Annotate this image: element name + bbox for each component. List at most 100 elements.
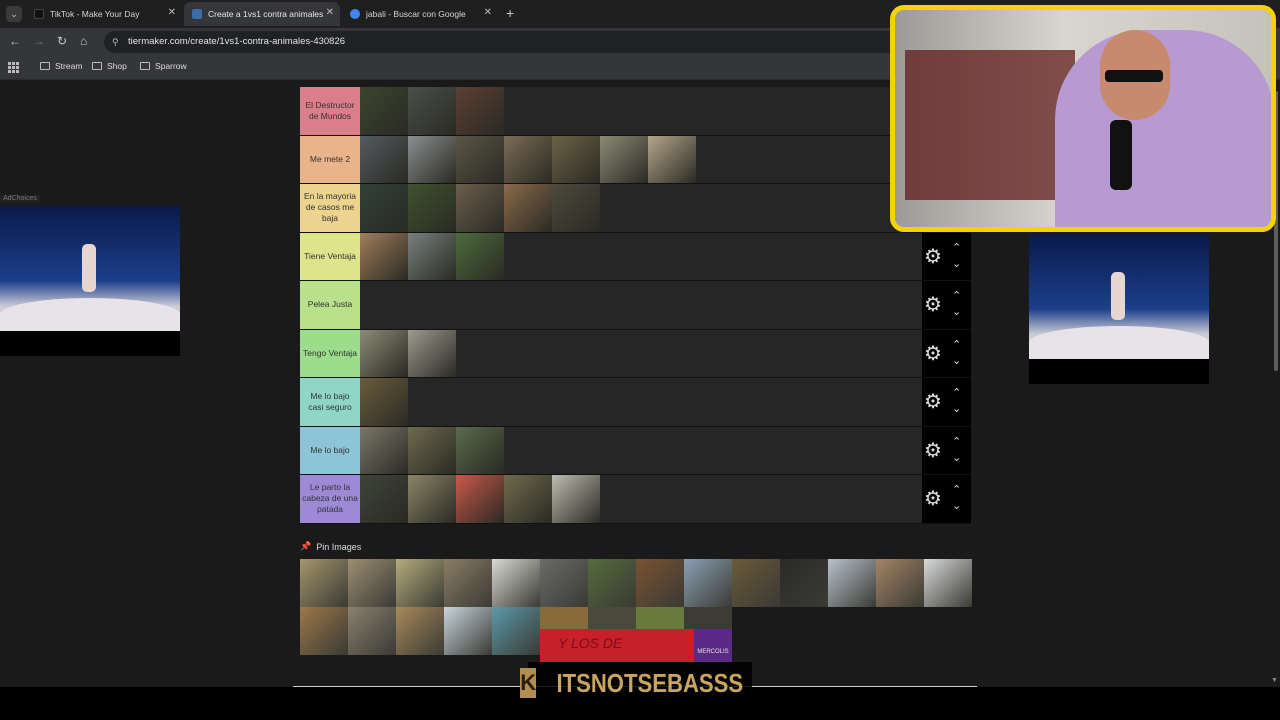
pin-images-toggle[interactable]: 📌 Pin Images xyxy=(300,541,361,552)
right-ad[interactable] xyxy=(1029,234,1209,384)
pool-image[interactable] xyxy=(924,559,972,607)
animal-tile[interactable] xyxy=(552,184,600,232)
pool-image[interactable] xyxy=(876,559,924,607)
tier-items[interactable] xyxy=(360,378,922,426)
close-icon[interactable]: ✕ xyxy=(484,7,492,18)
gear-icon[interactable]: ⚙ xyxy=(924,247,942,267)
animal-tile[interactable] xyxy=(504,184,552,232)
gear-icon[interactable]: ⚙ xyxy=(924,489,942,509)
pool-image[interactable] xyxy=(588,607,636,629)
chevron-up-icon[interactable]: ⌃ xyxy=(952,435,961,448)
pool-image[interactable] xyxy=(300,607,348,655)
tab-google[interactable]: jabali - Buscar con Google ✕ xyxy=(342,2,498,26)
animal-tile[interactable] xyxy=(360,87,408,135)
animal-tile[interactable] xyxy=(456,475,504,523)
chevron-down-icon[interactable]: ⌄ xyxy=(952,451,961,464)
animal-tile[interactable] xyxy=(600,135,648,183)
animal-tile[interactable] xyxy=(408,475,456,523)
tier-label[interactable]: Me lo bajo xyxy=(300,426,360,474)
animal-tile[interactable] xyxy=(360,184,408,232)
home-icon[interactable]: ⌂ xyxy=(80,34,87,48)
pool-image[interactable] xyxy=(492,607,540,655)
animal-tile[interactable] xyxy=(360,378,408,426)
chevron-up-icon[interactable]: ⌃ xyxy=(952,241,961,254)
tab-tiermaker[interactable]: Create a 1vs1 contra animales ✕ xyxy=(184,2,340,26)
animal-tile[interactable] xyxy=(456,135,504,183)
tier-items[interactable] xyxy=(360,426,922,474)
chevron-down-icon[interactable]: ⌄ xyxy=(952,354,961,367)
tier-items[interactable] xyxy=(360,184,971,232)
tier-label[interactable]: En la mayoria de casos me baja xyxy=(300,184,360,232)
pool-image[interactable] xyxy=(540,607,588,629)
gear-icon[interactable]: ⚙ xyxy=(924,295,942,315)
tier-items[interactable] xyxy=(360,232,922,280)
animal-tile[interactable] xyxy=(408,426,456,474)
pool-image[interactable] xyxy=(348,559,396,607)
close-icon[interactable]: ✕ xyxy=(326,7,334,18)
animal-tile[interactable] xyxy=(456,87,504,135)
tier-items[interactable] xyxy=(360,135,971,183)
pool-image[interactable] xyxy=(780,559,828,607)
chevron-down-icon[interactable]: ⌄ xyxy=(952,499,961,512)
animal-tile[interactable] xyxy=(360,329,408,377)
animal-tile[interactable] xyxy=(408,232,456,280)
animal-tile[interactable] xyxy=(648,135,696,183)
pool-image[interactable] xyxy=(636,559,684,607)
gear-icon[interactable]: ⚙ xyxy=(924,441,942,461)
pool-image[interactable] xyxy=(684,559,732,607)
tier-label[interactable]: Tengo Ventaja xyxy=(300,329,360,377)
address-bar[interactable]: ⚲ tiermaker.com/create/1vs1-contra-anima… xyxy=(104,31,904,53)
animal-tile[interactable] xyxy=(456,232,504,280)
pool-image[interactable] xyxy=(540,559,588,607)
animal-tile[interactable] xyxy=(408,184,456,232)
chevron-up-icon[interactable]: ⌃ xyxy=(952,338,961,351)
forward-icon[interactable]: → xyxy=(33,34,45,48)
chevron-up-icon[interactable]: ⌃ xyxy=(952,386,961,399)
chevron-up-icon[interactable]: ⌃ xyxy=(952,483,961,496)
reload-icon[interactable]: ↻ xyxy=(57,34,67,48)
new-tab-icon[interactable]: + xyxy=(506,5,514,21)
animal-tile[interactable] xyxy=(504,135,552,183)
bookmark-shop[interactable]: Shop xyxy=(92,61,127,71)
tier-label[interactable]: Me mete 2 xyxy=(300,135,360,183)
pool-image[interactable] xyxy=(492,559,540,607)
tier-label[interactable]: Le parto la cabeza de una patada xyxy=(300,475,360,523)
gear-icon[interactable]: ⚙ xyxy=(924,344,942,364)
pool-image[interactable] xyxy=(588,559,636,607)
tier-label[interactable]: Tiene Ventaja xyxy=(300,232,360,280)
tier-label[interactable]: Pelea Justa xyxy=(300,281,360,329)
animal-tile[interactable] xyxy=(552,475,600,523)
animal-tile[interactable] xyxy=(408,329,456,377)
tier-label[interactable]: El Destructor de Mundos xyxy=(300,87,360,135)
chevron-down-icon[interactable]: ⌄ xyxy=(952,402,961,415)
animal-tile[interactable] xyxy=(504,475,552,523)
bookmark-sparrow[interactable]: Sparrow xyxy=(140,61,187,71)
tier-items[interactable] xyxy=(360,475,922,523)
pool-image[interactable] xyxy=(444,607,492,655)
animal-tile[interactable] xyxy=(456,426,504,474)
pool-image[interactable] xyxy=(444,559,492,607)
tier-items[interactable] xyxy=(360,281,922,329)
back-icon[interactable]: ← xyxy=(9,34,21,48)
pool-image[interactable] xyxy=(732,559,780,607)
chevron-down-icon[interactable]: ⌄ xyxy=(952,257,961,270)
animal-tile[interactable] xyxy=(360,135,408,183)
tab-search-icon[interactable]: ⌄ xyxy=(6,6,22,22)
scroll-down-icon[interactable]: ▼ xyxy=(1271,677,1278,684)
site-settings-icon[interactable]: ⚲ xyxy=(112,31,119,53)
pool-image[interactable] xyxy=(348,607,396,655)
tab-tiktok[interactable]: TikTok - Make Your Day ✕ xyxy=(26,2,182,26)
gear-icon[interactable]: ⚙ xyxy=(924,392,942,412)
tier-items[interactable] xyxy=(360,329,922,377)
tier-items[interactable] xyxy=(360,87,971,135)
adchoices-label[interactable]: AdChoices xyxy=(0,195,40,202)
tier-label[interactable]: Me lo bajo casi seguro xyxy=(300,378,360,426)
pool-image[interactable] xyxy=(396,559,444,607)
animal-tile[interactable] xyxy=(408,135,456,183)
pool-image[interactable] xyxy=(636,607,684,629)
animal-tile[interactable] xyxy=(360,426,408,474)
animal-tile[interactable] xyxy=(360,475,408,523)
animal-tile[interactable] xyxy=(408,87,456,135)
animal-tile[interactable] xyxy=(552,135,600,183)
pool-image[interactable] xyxy=(828,559,876,607)
